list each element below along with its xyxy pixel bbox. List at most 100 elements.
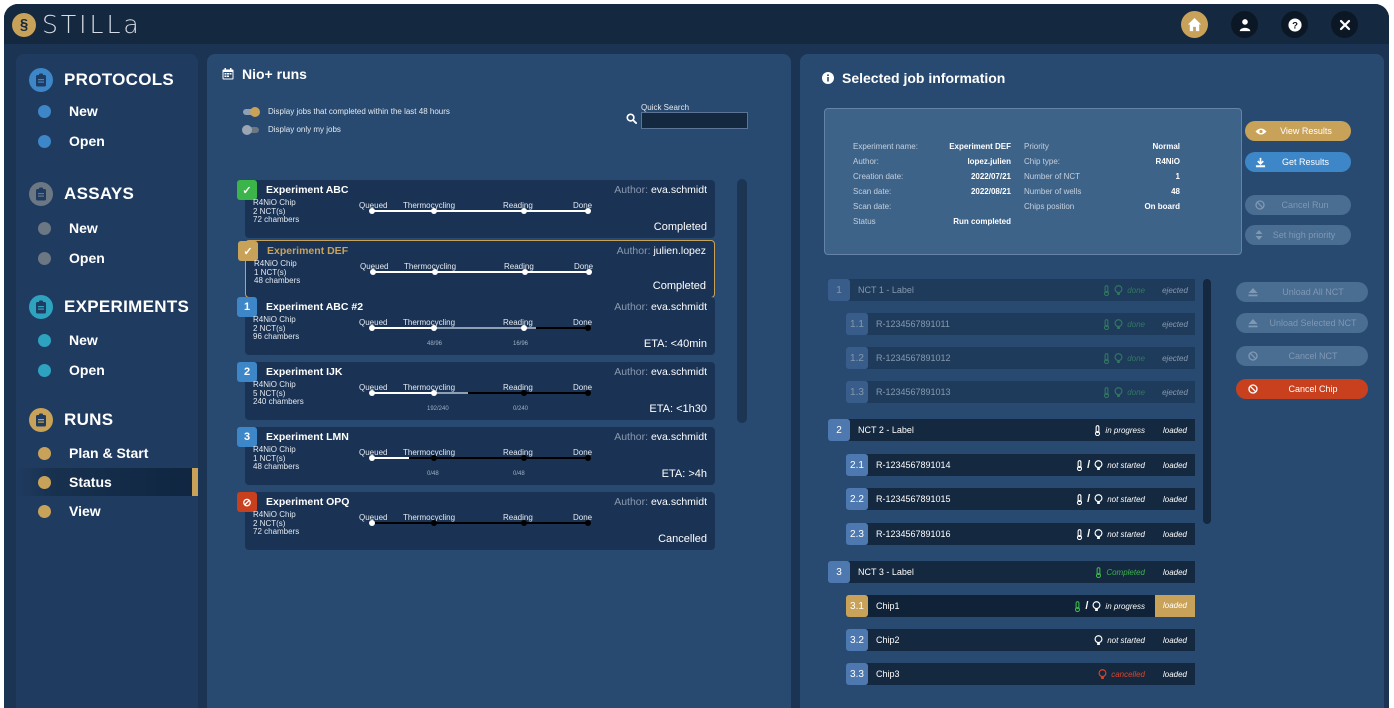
ban-icon [1255,200,1265,210]
download-icon [1255,157,1266,167]
nct-state: done [1103,386,1145,398]
experiment-meta: R4NiO Chip 1 NCT(s) 48 chambers [254,259,300,286]
nct-label: NCT 1 - Label [858,285,914,295]
nct-chip-row[interactable]: 2.2 R-1234567891015 / not started loaded [846,488,1195,510]
author-prefix: Author: [616,245,654,257]
sidebar-item-experiments-new[interactable]: New [16,326,198,354]
lightbulb-icon [1094,459,1103,470]
nct-chip-row[interactable]: 2.1 R-1234567891014 / not started loaded [846,454,1195,476]
experiment-meta: R4NiO Chip 2 NCT(s) 96 chambers [253,315,299,342]
info-left-values: Experiment DEF lopez.julien 2022/07/21 2… [925,139,1011,229]
help-button[interactable]: ? [1281,11,1308,38]
nct-label: R-1234567891014 [876,460,951,470]
nct-state: / not started [1076,493,1145,505]
nct-state-text: done [1127,319,1145,329]
thermometer-icon [1104,352,1110,364]
chamber-count: 240 chambers [253,397,304,406]
status-badge: ✓ [237,180,257,200]
nct-chip-row[interactable]: 3.3 Chip3 cancelled loaded [846,663,1195,685]
toggle-mine[interactable] [242,124,259,135]
info-value [925,199,1011,214]
nct-label: R-1234567891015 [876,494,951,504]
experiment-card[interactable]: ⊘ Experiment OPQ R4NiO Chip 2 NCT(s) 72 c… [237,492,715,550]
dot-icon [38,475,51,489]
lightbulb-icon [1114,318,1123,329]
experiment-card[interactable]: ✓ Experiment ABC R4NiO Chip 2 NCT(s) 72 c… [237,180,715,238]
nct-chip-row[interactable]: 2.3 R-1234567891016 / not started loaded [846,523,1195,545]
experiment-status: ETA: <1h30 [649,403,707,415]
author-name: eva.schmidt [650,366,707,378]
unload-selected-label: Unload Selected NCT [1269,318,1357,328]
nct-number: 2.2 [846,488,868,510]
close-button[interactable] [1331,11,1358,38]
view-results-label: View Results [1280,126,1332,136]
get-results-button[interactable]: Get Results [1245,152,1351,172]
nct-state: done [1103,318,1145,330]
nct-chip-row[interactable]: 1.2 R-1234567891012 done ejected [846,347,1195,369]
experiment-name: Experiment LMN [266,431,349,443]
experiment-card[interactable]: 3 Experiment LMN R4NiO Chip 1 NCT(s) 48 c… [237,427,715,485]
sidebar-item-protocols-new[interactable]: New [16,97,198,125]
sidebar-item-view[interactable]: View [16,497,198,525]
separator: / [1087,528,1091,540]
clipboard-icon [29,182,53,206]
sidebar-item-assays-new[interactable]: New [16,214,198,242]
experiment-author: Author: eva.schmidt [614,301,707,313]
sidebar-item-experiments-open[interactable]: Open [16,356,198,384]
view-results-button[interactable]: View Results [1245,121,1351,141]
set-high-priority-button[interactable]: Set high priority [1245,225,1351,245]
home-button[interactable] [1181,11,1208,38]
lightbulb-icon [1094,493,1103,504]
experiment-status: Cancelled [658,533,707,545]
nct-state-text: in progress [1105,601,1145,611]
nct-chip-row[interactable]: 1.1 R-1234567891011 done ejected [846,313,1195,335]
experiment-status: Completed [653,221,707,233]
nct-row[interactable]: 2 NCT 2 - Label in progress loaded [828,419,1195,441]
lightbulb-icon [1098,668,1107,679]
cancel-chip-button[interactable]: Cancel Chip [1236,379,1368,399]
status-badge: 1 [237,297,257,317]
app-window: § STILLa ? PROTOCOLS New Open ASSAYS New… [4,4,1389,708]
author-prefix: Author: [614,496,651,508]
nct-row[interactable]: 3 NCT 3 - Label Completed loaded [828,561,1195,583]
sidebar-item-status[interactable]: Status [16,468,198,496]
nct-state: in progress [1094,424,1145,436]
cancel-nct-button[interactable]: Cancel NCT [1236,346,1368,366]
author-name: julien.lopez [653,245,706,257]
author-name: eva.schmidt [650,431,707,443]
cancel-run-button[interactable]: Cancel Run [1245,195,1351,215]
nct-row[interactable]: 1 NCT 1 - Label done ejected [828,279,1195,301]
read-count: 0/48 [513,471,525,477]
unload-selected-nct-button[interactable]: Unload Selected NCT [1236,313,1368,333]
author-prefix: Author: [614,366,651,378]
nct-chip-row[interactable]: 3.2 Chip2 not started loaded [846,629,1195,651]
nct-chip-row[interactable]: 1.3 R-1234567891013 done ejected [846,381,1195,403]
toggle-48h[interactable] [243,106,260,117]
experiment-card[interactable]: 2 Experiment IJK R4NiO Chip 5 NCT(s) 240 … [237,362,715,420]
runs-scrollbar[interactable] [737,179,747,423]
sidebar-item-protocols-open[interactable]: Open [16,127,198,155]
info-value: Run completed [953,217,1011,226]
unload-all-nct-button[interactable]: Unload All NCT [1236,282,1368,302]
quick-search-input[interactable] [641,112,748,129]
toggle-48h-row[interactable]: Display jobs that completed within the l… [243,106,450,117]
nct-chip-row[interactable]: 3.1 Chip1 / in progress loaded [846,595,1195,617]
nct-label: Chip1 [876,601,900,611]
thermometer-icon [1104,386,1110,398]
experiment-card[interactable]: ✓ Experiment DEF R4NiO Chip 1 NCT(s) 48 c… [238,240,715,298]
nct-loaded-state: loaded [1162,425,1188,435]
nct-state: / in progress [1074,600,1145,612]
nct-label: R-1234567891013 [876,387,951,397]
experiment-card[interactable]: 1 Experiment ABC #2 R4NiO Chip 2 NCT(s) 9… [237,297,715,355]
user-button[interactable] [1231,11,1258,38]
sidebar-item-label: New [69,220,98,236]
nct-state-text: cancelled [1111,669,1145,679]
thermo-count: 192/240 [427,406,449,412]
toggle-mine-row[interactable]: Display only my jobs [242,124,341,135]
nct-label: Chip2 [876,635,900,645]
sidebar-item-plan-start[interactable]: Plan & Start [16,439,198,467]
sidebar-item-assays-open[interactable]: Open [16,244,198,272]
status-badge: 3 [237,427,257,447]
sidebar-item-label: View [69,503,101,519]
job-scrollbar[interactable] [1203,279,1211,524]
